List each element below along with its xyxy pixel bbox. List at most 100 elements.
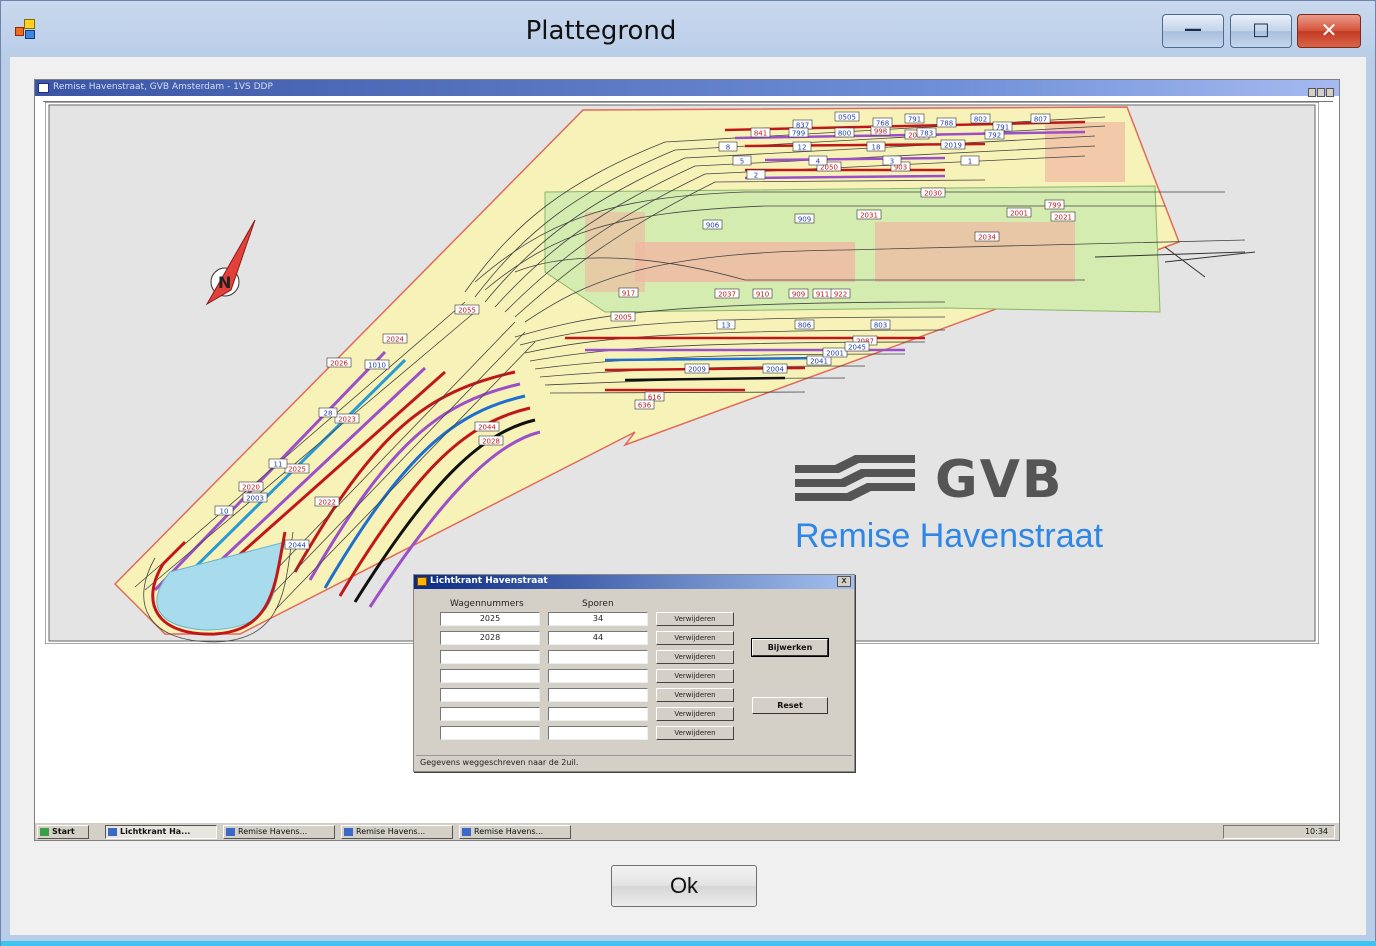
close-button[interactable]: ✕ xyxy=(1297,14,1361,48)
inner-taskbar: Start Lichtkrant Ha... Remise Havens... Re… xyxy=(35,822,1339,840)
inner-window-icon xyxy=(38,83,49,93)
svg-text:2001: 2001 xyxy=(826,350,844,358)
svg-text:906: 906 xyxy=(706,222,720,230)
verwijderen-button[interactable]: Verwijderen xyxy=(656,612,734,626)
verwijderen-button[interactable]: Verwijderen xyxy=(656,631,734,645)
track-label-red: 2024 xyxy=(382,333,408,344)
spoor-field[interactable]: 34 xyxy=(548,612,648,626)
window-icon xyxy=(226,828,235,836)
svg-text:841: 841 xyxy=(754,130,767,138)
svg-text:2028: 2028 xyxy=(482,438,500,446)
minimize-button[interactable]: — xyxy=(1162,14,1224,48)
svg-text:2045: 2045 xyxy=(848,344,866,352)
verwijderen-button[interactable]: Verwijderen xyxy=(656,669,734,683)
svg-text:2044: 2044 xyxy=(478,424,496,432)
start-label: Start xyxy=(52,827,75,836)
track-label-red: 2037 xyxy=(714,288,740,299)
wagennummer-field[interactable] xyxy=(440,707,540,721)
track-label-red: 2022 xyxy=(314,496,340,507)
track-label-blue: 0505 xyxy=(834,111,860,122)
svg-text:922: 922 xyxy=(834,291,847,299)
svg-text:2025: 2025 xyxy=(288,466,306,474)
taskbar-item[interactable]: Remise Havens... xyxy=(341,825,453,839)
verwijderen-button[interactable]: Verwijderen xyxy=(656,650,734,664)
ok-button[interactable]: Ok xyxy=(611,865,757,907)
spoor-field[interactable] xyxy=(548,650,648,664)
spoor-field[interactable] xyxy=(548,726,648,740)
window-icon xyxy=(108,828,117,836)
verwijderen-button[interactable]: Verwijderen xyxy=(656,707,734,721)
maximize-button[interactable]: □ xyxy=(1230,14,1292,48)
svg-text:807: 807 xyxy=(1034,116,1047,124)
verwijderen-button[interactable]: Verwijderen xyxy=(656,726,734,740)
svg-text:11: 11 xyxy=(274,461,283,469)
track-label-red: 2030 xyxy=(920,187,946,198)
taskbar-item[interactable]: Remise Havens... xyxy=(223,825,335,839)
spoor-field[interactable] xyxy=(548,688,648,702)
title-bar[interactable]: Plattegrond — □ ✕ xyxy=(1,1,1375,57)
gvb-brand: GVB xyxy=(935,450,1064,510)
reset-button[interactable]: Reset xyxy=(752,697,828,714)
svg-text:2005: 2005 xyxy=(614,314,632,322)
dialog-close-icon[interactable]: x xyxy=(837,576,851,587)
track-label-blue: 2044 xyxy=(284,539,310,550)
svg-text:2041: 2041 xyxy=(810,358,828,366)
svg-text:N: N xyxy=(218,273,231,292)
svg-text:2022: 2022 xyxy=(318,499,336,507)
svg-text:799: 799 xyxy=(1048,202,1061,210)
track-label-blue: 788 xyxy=(936,117,957,128)
wagennummer-field[interactable] xyxy=(440,688,540,702)
minimize-icon: — xyxy=(1184,19,1202,40)
track-label-blue: 28 xyxy=(318,407,338,418)
window-title: Plattegrond xyxy=(525,16,677,46)
spoor-field[interactable] xyxy=(548,669,648,683)
track-label-blue: 3 xyxy=(882,155,902,166)
svg-text:788: 788 xyxy=(940,120,953,128)
svg-text:2021: 2021 xyxy=(1054,214,1072,222)
windows-logo-icon xyxy=(40,828,49,836)
svg-text:8: 8 xyxy=(726,144,730,152)
bijwerken-button[interactable]: Bijwerken xyxy=(751,638,829,657)
track-label-red: 2026 xyxy=(326,357,352,368)
close-icon: ✕ xyxy=(1320,18,1338,42)
tray-clock: 10:34 xyxy=(1304,827,1328,836)
col-header-wagennummers: Wagennummers xyxy=(450,599,524,609)
wagennummer-field[interactable]: 2028 xyxy=(440,631,540,645)
gvb-logo-icon xyxy=(795,455,915,501)
svg-text:3: 3 xyxy=(890,158,894,166)
track-label-red: 2034 xyxy=(974,231,1000,242)
window-icon xyxy=(344,828,353,836)
track-label-blue: 8 xyxy=(718,141,738,152)
track-plan: N 20552024202620232025202020222050 903203… xyxy=(45,102,1319,644)
svg-text:2030: 2030 xyxy=(924,190,942,198)
wagennummer-field[interactable] xyxy=(440,726,540,740)
track-label-blue: 2001 xyxy=(822,347,848,358)
svg-text:10: 10 xyxy=(220,508,229,516)
wagennummer-field[interactable]: 2025 xyxy=(440,612,540,626)
svg-text:28: 28 xyxy=(324,410,333,418)
track-label-red: 922 xyxy=(830,288,851,299)
svg-text:2031: 2031 xyxy=(860,212,878,220)
svg-text:2055: 2055 xyxy=(458,307,476,315)
svg-text:2004: 2004 xyxy=(766,366,784,374)
wagennummer-field[interactable] xyxy=(440,650,540,664)
taskbar-item-label: Lichtkrant Ha... xyxy=(120,827,191,836)
svg-text:4: 4 xyxy=(816,158,821,166)
map-screenshot: Remise Havenstraat, GVB Amsterdam - 1VS … xyxy=(34,79,1340,841)
svg-text:2020: 2020 xyxy=(242,484,260,492)
track-label-blue: 2009 xyxy=(684,363,710,374)
spoor-field[interactable]: 44 xyxy=(548,631,648,645)
verwijderen-button[interactable]: Verwijderen xyxy=(656,688,734,702)
svg-text:911: 911 xyxy=(816,291,829,299)
svg-text:799: 799 xyxy=(792,130,805,138)
svg-text:909: 909 xyxy=(792,291,805,299)
taskbar-item[interactable]: Remise Havens... xyxy=(459,825,571,839)
start-button[interactable]: Start xyxy=(37,825,89,839)
wagennummer-field[interactable] xyxy=(440,669,540,683)
dialog-title-bar: Lichtkrant Havenstraat x xyxy=(414,575,854,589)
taskbar-item[interactable]: Lichtkrant Ha... xyxy=(105,825,217,839)
track-label-red: 911 xyxy=(812,288,833,299)
col-header-sporen: Sporen xyxy=(582,599,614,609)
track-label-blue: 909 xyxy=(794,213,815,224)
spoor-field[interactable] xyxy=(548,707,648,721)
